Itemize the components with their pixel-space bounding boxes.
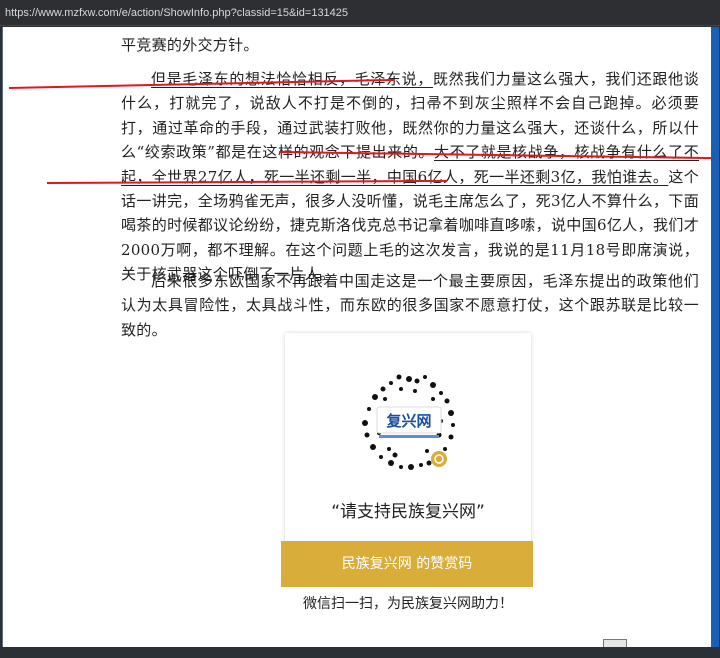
- reward-code-band: 民族复兴网 的赞赏码: [281, 541, 533, 587]
- paragraph-1: 但是毛泽东的想法恰恰相反，毛泽东说，既然我们力量这么强大，我们还跟他谈什么，打就…: [121, 67, 699, 287]
- vertical-scrollbar[interactable]: [711, 27, 715, 647]
- qr-caption: 微信扫一扫，为民族复兴网助力！: [303, 596, 513, 612]
- paragraph-0: 平竞赛的外交方针。: [121, 36, 259, 54]
- qr-slogan: “请支持民族复兴网”: [331, 502, 485, 522]
- qr-code-icon: 复兴网: [355, 369, 463, 477]
- scroll-handle[interactable]: [603, 639, 627, 647]
- page-viewport: 平竞赛的外交方针。 但是毛泽东的想法恰恰相反，毛泽东说，既然我们力量这么强大，我…: [2, 27, 719, 647]
- url-text: https://www.mzfxw.com/e/action/ShowInfo.…: [5, 7, 349, 19]
- reward-qr-card: 复兴网 “请支持民族复兴网” 民族复兴网 的赞赏码: [281, 333, 533, 587]
- paragraph-2: 后来很多东欧国家不再跟着中国走这是一个最主要原因，毛泽东提出的政策他们认为太具冒…: [121, 272, 699, 339]
- address-bar[interactable]: https://www.mzfxw.com/e/action/ShowInfo.…: [0, 0, 720, 26]
- svg-text:复兴网: 复兴网: [385, 412, 431, 430]
